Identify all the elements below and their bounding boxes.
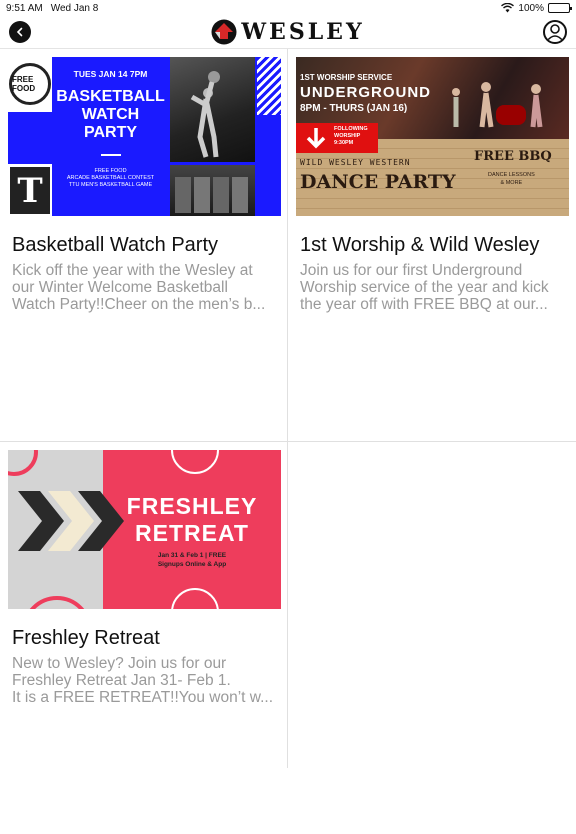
battery-percent: 100% bbox=[518, 2, 544, 14]
banner-detail: ARCADE BASKETBALL CONTEST bbox=[66, 175, 155, 181]
event-grid: FREE FOOD T TUES JAN 14 7PM BASKETBALL W… bbox=[0, 49, 576, 768]
chevron-left-icon bbox=[16, 27, 23, 37]
wesley-logo-icon bbox=[211, 19, 237, 45]
banner-signups-line: Signups Online & App bbox=[157, 561, 227, 568]
banner-worship-label: 1ST WORSHIP SERVICE bbox=[300, 73, 393, 82]
banner-headline-line: PARTY bbox=[83, 124, 138, 141]
arcade-photo bbox=[170, 165, 255, 216]
status-time: 9:51 AM bbox=[6, 2, 43, 14]
banner-detail: FREE FOOD bbox=[94, 168, 127, 174]
ttu-logo: T bbox=[10, 167, 50, 214]
status-right: 100% bbox=[501, 2, 572, 14]
description-line: Freshley Retreat Jan 31- Feb 1. bbox=[12, 672, 231, 689]
banner-freshley-retreat: FRESHLEY RETREAT bbox=[103, 493, 281, 547]
description-line: Kick off the year with the Wesley at bbox=[12, 262, 253, 279]
banner-times: 8PM - THURS (JAN 16) bbox=[300, 103, 408, 114]
logo-text: WESLEY bbox=[241, 19, 365, 45]
banner-free-bbq: FREE BBQ bbox=[474, 149, 552, 164]
banner-headline-line: RETREAT bbox=[135, 520, 249, 546]
event-banner-image: FRESHLEY RETREAT Jan 31 & Feb 1 | FREE S… bbox=[8, 450, 281, 609]
event-title: Basketball Watch Party bbox=[12, 234, 219, 256]
wifi-icon bbox=[501, 3, 515, 13]
event-title: 1st Worship & Wild Wesley bbox=[300, 234, 540, 256]
banner-date-line: Jan 31 & Feb 1 | FREE bbox=[157, 552, 227, 559]
banner-dance-party: DANCE PARTY bbox=[300, 171, 456, 193]
event-description: Join us for our first Underground Worshi… bbox=[300, 262, 568, 313]
event-card-basketball[interactable]: FREE FOOD T TUES JAN 14 7PM BASKETBALL W… bbox=[0, 49, 288, 441]
banner-headline-line: BASKETBALL bbox=[56, 88, 165, 105]
event-title: Freshley Retreat bbox=[12, 627, 160, 649]
description-line: Join us for our first Underground bbox=[300, 262, 523, 279]
banner-lessons: DANCE LESSONS & MORE bbox=[488, 171, 535, 187]
lessons-line: DANCE LESSONS bbox=[488, 172, 535, 178]
event-banner-image: 1ST WORSHIP SERVICE UNDERGROUND 8PM - TH… bbox=[296, 57, 569, 216]
banner-headline-line: WATCH bbox=[81, 106, 140, 123]
description-line: our Winter Welcome Basketball bbox=[12, 279, 228, 296]
free-food-stamp: FREE FOOD bbox=[9, 63, 51, 105]
battery-icon bbox=[548, 3, 572, 13]
nav-bar: WESLEY bbox=[0, 16, 576, 49]
following-line: WORSHIP bbox=[334, 133, 361, 139]
description-line: New to Wesley? Join us for our bbox=[12, 655, 227, 672]
basketball-player-photo bbox=[170, 57, 255, 162]
description-line: the year off with FREE BBQ at our... bbox=[300, 296, 548, 313]
banner-dates: Jan 31 & Feb 1 | FREE Signups Online & A… bbox=[103, 551, 281, 569]
event-banner-image: FREE FOOD T TUES JAN 14 7PM BASKETBALL W… bbox=[8, 57, 281, 216]
event-card-worship[interactable]: 1ST WORSHIP SERVICE UNDERGROUND 8PM - TH… bbox=[288, 49, 576, 441]
description-line: It is a FREE RETREAT!!You won’t w... bbox=[12, 689, 274, 706]
following-line: FOLLOWING bbox=[334, 126, 368, 132]
banner-detail: TTU MEN'S BASKETBALL GAME bbox=[68, 182, 153, 188]
description-line: Watch Party!!Cheer on the men’s b... bbox=[12, 296, 266, 313]
banner-headline-line: FRESHLEY bbox=[126, 493, 258, 519]
event-card-freshley[interactable]: FRESHLEY RETREAT Jan 31 & Feb 1 | FREE S… bbox=[0, 442, 288, 834]
status-bar: 9:51 AM Wed Jan 8 100% bbox=[0, 0, 576, 16]
description-line: Worship service of the year and kick bbox=[300, 279, 549, 296]
event-description: Kick off the year with the Wesley at our… bbox=[12, 262, 280, 313]
status-date: Wed Jan 8 bbox=[50, 2, 99, 14]
banner-date: TUES JAN 14 7PM bbox=[73, 69, 148, 79]
user-icon bbox=[546, 24, 564, 42]
app-logo: WESLEY bbox=[211, 19, 364, 45]
profile-button[interactable] bbox=[543, 20, 567, 44]
arrow-down-icon bbox=[306, 128, 326, 149]
lessons-line: & MORE bbox=[500, 180, 523, 186]
banner-wild-label: WILD WESLEY WESTERN bbox=[300, 158, 411, 167]
event-description: New to Wesley? Join us for our Freshley … bbox=[12, 655, 280, 706]
banner-underground: UNDERGROUND bbox=[300, 84, 431, 101]
following-line: 9:30PM bbox=[334, 140, 354, 146]
back-button[interactable] bbox=[9, 21, 31, 43]
